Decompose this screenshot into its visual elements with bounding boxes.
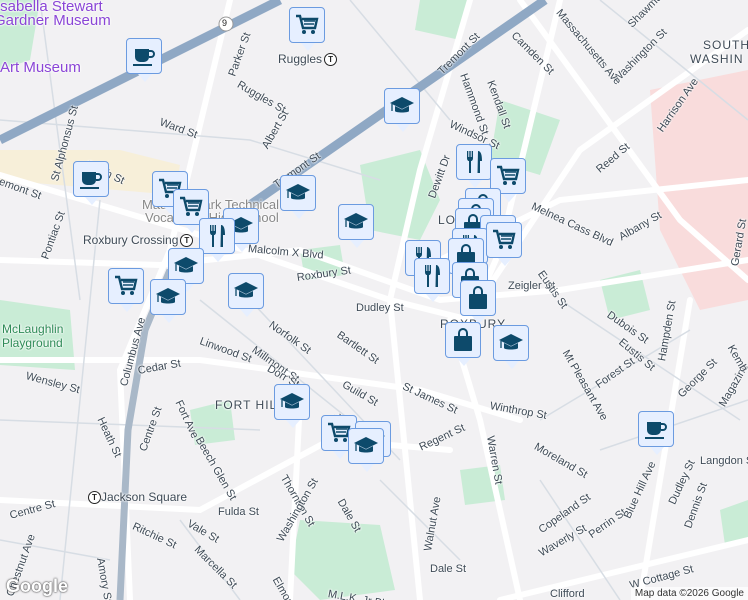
shopping-icon xyxy=(495,163,521,189)
school-icon xyxy=(498,330,524,356)
school-icon xyxy=(285,180,311,206)
marker-store[interactable] xyxy=(460,280,496,324)
google-logo: Google xyxy=(6,576,68,596)
poi-playground[interactable]: McLaughlin xyxy=(2,322,63,336)
marker-school[interactable] xyxy=(384,88,420,132)
street-label: Dale St xyxy=(430,563,467,575)
marker-restaurant[interactable] xyxy=(456,144,492,188)
marker-school[interactable] xyxy=(274,384,310,428)
school-icon xyxy=(353,433,379,459)
marker-school[interactable] xyxy=(493,325,529,369)
marker-shopping[interactable] xyxy=(289,7,325,51)
cafe-icon xyxy=(643,416,669,442)
store-icon xyxy=(450,327,476,353)
cafe-icon xyxy=(78,166,104,192)
attribution[interactable]: Map data ©2026 Google xyxy=(630,587,748,600)
route-9-label: 9 xyxy=(222,18,228,28)
restaurant-icon xyxy=(419,263,445,289)
school-icon xyxy=(173,253,199,279)
transit-icon: T xyxy=(324,53,338,67)
street-label: Langdon St xyxy=(700,455,748,467)
shopping-icon xyxy=(294,12,320,38)
shopping-icon xyxy=(178,194,204,220)
marker-school[interactable] xyxy=(150,279,186,323)
poi-art-museum[interactable]: Art Museum xyxy=(0,59,81,76)
map[interactable]: 9 Isabella Stewart Gardner Museum Art Mu… xyxy=(0,0,748,600)
cafe-icon xyxy=(131,43,157,69)
station-label: Jackson Square xyxy=(101,490,188,504)
school-icon xyxy=(155,284,181,310)
street-label: Dudley St xyxy=(356,302,404,314)
shopping-icon xyxy=(491,227,517,253)
area-south-end-2: WASHIN xyxy=(690,52,744,66)
transit-icon: T xyxy=(88,491,101,505)
school-icon xyxy=(343,209,369,235)
marker-restaurant[interactable] xyxy=(414,258,450,302)
restaurant-icon xyxy=(461,149,487,175)
station-label: Ruggles xyxy=(278,52,323,66)
marker-shopping[interactable] xyxy=(108,268,144,312)
station-roxbury-crossing[interactable]: Roxbury Crossing T xyxy=(83,233,194,248)
street-label: Clifford xyxy=(550,588,585,600)
school-icon xyxy=(389,93,415,119)
marker-shopping[interactable] xyxy=(486,222,522,266)
marker-school[interactable] xyxy=(338,204,374,248)
store-icon xyxy=(465,285,491,311)
marker-school[interactable] xyxy=(348,428,384,472)
station-ruggles[interactable]: Ruggles T xyxy=(278,52,338,67)
poi-gardner-museum-2[interactable]: Gardner Museum xyxy=(0,12,111,29)
shopping-icon xyxy=(113,273,139,299)
area-south-end: SOUTH xyxy=(703,38,748,52)
marker-store[interactable] xyxy=(445,322,481,366)
poi-playground-2[interactable]: Playground xyxy=(2,336,63,350)
street-label: Fulda St xyxy=(218,506,259,518)
restaurant-icon xyxy=(204,223,230,249)
transit-icon: T xyxy=(180,234,194,248)
marker-cafe[interactable] xyxy=(638,411,674,455)
marker-cafe[interactable] xyxy=(73,161,109,205)
school-icon xyxy=(233,278,259,304)
station-label: Roxbury Crossing xyxy=(83,233,179,247)
marker-school[interactable] xyxy=(228,273,264,317)
marker-school[interactable] xyxy=(280,175,316,219)
marker-restaurant[interactable] xyxy=(199,218,235,262)
marker-cafe[interactable] xyxy=(126,38,162,82)
school-icon xyxy=(279,389,305,415)
station-jackson-square[interactable]: T Jackson Square xyxy=(86,490,188,505)
